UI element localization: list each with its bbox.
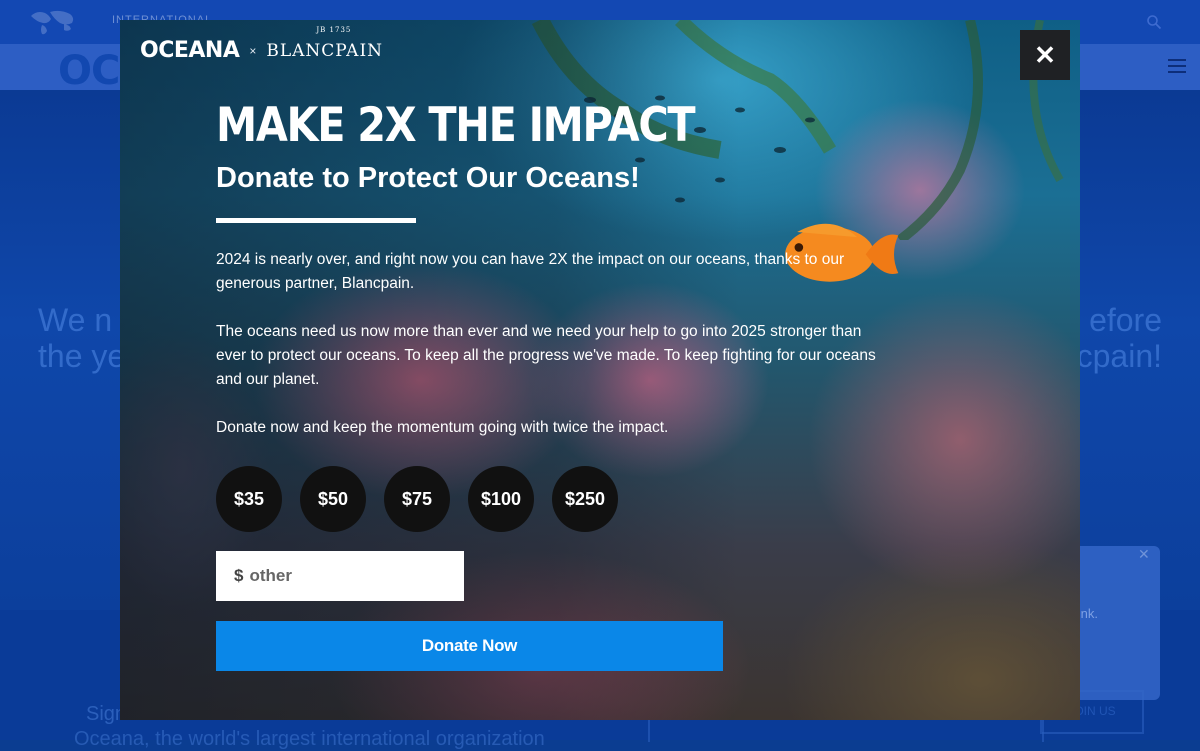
hero-left-line: We n xyxy=(38,302,113,338)
other-amount-input[interactable] xyxy=(247,565,442,587)
brand-separator: × xyxy=(249,43,257,58)
hero-text-right: efore cpain! xyxy=(1077,302,1162,374)
blancpain-mark: JB 1735 xyxy=(316,25,352,34)
amount-button-50[interactable]: $50 xyxy=(300,466,366,532)
toast-close-icon[interactable]: ✕ xyxy=(1138,546,1150,563)
hero-text-left: We n the ye xyxy=(38,302,125,374)
site-logo[interactable]: OC xyxy=(58,48,120,94)
brand-logos: OCEANA × JB 1735 BLANCPAIN xyxy=(140,26,384,63)
currency-symbol: $ xyxy=(234,566,244,585)
blancpain-logo: JB 1735 BLANCPAIN xyxy=(266,26,384,61)
body-paragraph: 2024 is nearly over, and right now you c… xyxy=(216,251,845,292)
body-paragraph: The oceans need us now more than ever an… xyxy=(216,323,876,388)
hero-right-line: cpain! xyxy=(1076,338,1162,374)
hamburger-menu-icon[interactable] xyxy=(1168,59,1186,75)
divider xyxy=(216,218,416,223)
amount-button-35[interactable]: $35 xyxy=(216,466,282,532)
donate-now-button[interactable]: Donate Now xyxy=(216,621,723,671)
donation-modal: OCEANA × JB 1735 BLANCPAIN ✕ MAKE 2X THE… xyxy=(120,20,1080,720)
hero-right-line: efore xyxy=(1089,302,1162,338)
modal-subheading: Donate to Protect Our Oceans! xyxy=(216,162,640,194)
blancpain-wordmark: BLANCPAIN xyxy=(266,40,384,61)
body-paragraph: Donate now and keep the momentum going w… xyxy=(216,419,669,436)
world-map-icon xyxy=(31,10,74,35)
amount-button-75[interactable]: $75 xyxy=(384,466,450,532)
amount-options: $35 $50 $75 $100 $250 xyxy=(216,466,618,532)
modal-headline: MAKE 2X THE IMPACT xyxy=(216,98,696,153)
close-button[interactable]: ✕ xyxy=(1020,30,1070,80)
search-icon[interactable] xyxy=(1146,14,1162,30)
other-amount-field[interactable]: $ xyxy=(216,551,464,601)
close-icon: ✕ xyxy=(1034,40,1056,70)
amount-button-100[interactable]: $100 xyxy=(468,466,534,532)
oceana-logo: OCEANA xyxy=(140,38,240,63)
amount-button-250[interactable]: $250 xyxy=(552,466,618,532)
hero-left-line: the ye xyxy=(38,338,126,374)
